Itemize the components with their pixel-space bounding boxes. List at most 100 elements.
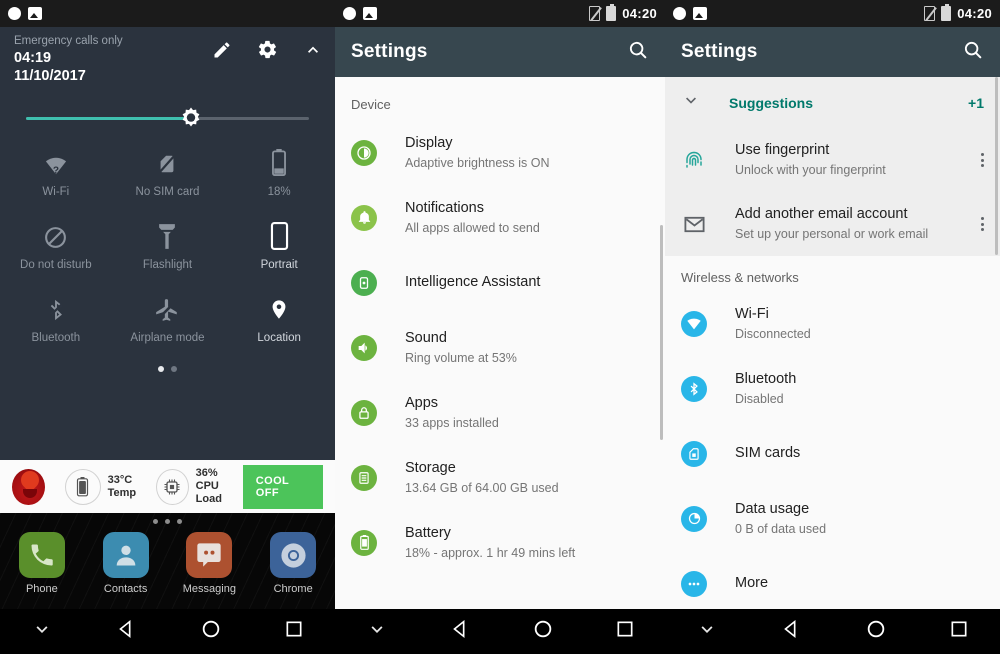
brightness-thumb-icon[interactable] [179, 106, 203, 135]
tile-portrait[interactable]: Portrait [223, 220, 335, 271]
suggestions-title: Suggestions [729, 94, 814, 111]
overflow-menu-icon[interactable] [981, 217, 984, 231]
home-icon[interactable] [532, 618, 554, 645]
row-title: More [735, 575, 769, 591]
gear-icon[interactable] [257, 39, 278, 60]
tile-wifi[interactable]: ? Wi-Fi [0, 147, 112, 198]
tile-label: Bluetooth [31, 332, 81, 344]
row-text: SIM cards [735, 444, 800, 463]
home-page-dot[interactable] [177, 519, 182, 524]
search-icon[interactable] [627, 39, 649, 66]
settings-row-display[interactable]: Display Adaptive brightness is ON [335, 120, 665, 185]
settings-row-notifications[interactable]: Notifications All apps allowed to send [335, 185, 665, 250]
scrollbar-thumb[interactable] [995, 77, 998, 255]
tile-do-not-disturb[interactable]: Do not disturb [0, 220, 112, 271]
gmail-icon [681, 211, 707, 237]
settings-list[interactable]: Device Display Adaptive brightness is ON… [335, 77, 665, 609]
tile-label: 18% [267, 186, 291, 198]
page-dot[interactable] [158, 366, 164, 372]
tile-flashlight[interactable]: Flashlight [112, 220, 224, 271]
battery-icon [606, 4, 617, 21]
battery-icon [941, 4, 952, 21]
settings-row-more[interactable]: More [665, 551, 1000, 609]
settings-row-sim-cards[interactable]: SIM cards [665, 421, 1000, 486]
settings-row-apps[interactable]: Apps 33 apps installed [335, 380, 665, 445]
navigation-bar [665, 609, 1000, 654]
quick-settings-tiles: ? Wi-Fi No SIM card 18% Do not disturb F… [0, 147, 335, 344]
overflow-menu-icon[interactable] [981, 153, 984, 167]
cpu-stat: 36% CPU Load [156, 467, 243, 506]
row-text: More [735, 574, 768, 593]
airplane-off-icon [154, 293, 180, 323]
brightness-fill [26, 117, 188, 120]
home-page-dot[interactable] [153, 519, 158, 524]
suggestions-count: +1 [968, 94, 984, 111]
settings-row-battery[interactable]: Battery 18% - approx. 1 hr 49 mins left [335, 510, 665, 575]
app-chrome[interactable]: Chrome [251, 532, 335, 595]
tile-battery[interactable]: 18% [223, 147, 335, 198]
navigation-bar [335, 609, 665, 654]
search-icon[interactable] [962, 39, 984, 66]
more-icon [681, 570, 707, 597]
circle-icon [673, 7, 686, 20]
app-phone[interactable]: Phone [0, 532, 84, 595]
settings-row-bluetooth[interactable]: Bluetooth Disabled [665, 356, 1000, 421]
row-subtitle: 0 B of data used [735, 521, 827, 536]
cpu-ring-icon [156, 468, 189, 505]
settings-row-intelligence-assistant[interactable]: Intelligence Assistant [335, 250, 665, 315]
screen-rotation-icon [270, 220, 289, 250]
recents-icon[interactable] [949, 619, 969, 644]
app-contacts[interactable]: Contacts [84, 532, 168, 595]
row-subtitle: 13.64 GB of 64.00 GB used [405, 480, 559, 495]
page-dot[interactable] [171, 366, 177, 372]
collapse-icon[interactable] [31, 618, 53, 645]
app-dock: Phone Contacts Messaging Chrome [0, 532, 335, 595]
no-sim-icon [924, 6, 936, 21]
bluetooth-disabled-icon [45, 293, 67, 323]
back-icon[interactable] [115, 618, 137, 645]
row-text: Battery 18% - approx. 1 hr 49 mins left [405, 524, 575, 562]
row-subtitle: 18% - approx. 1 hr 49 mins left [405, 545, 576, 560]
edit-icon[interactable] [212, 40, 232, 60]
tile-location[interactable]: Location [223, 293, 335, 344]
row-subtitle: Disconnected [735, 326, 811, 341]
settings-row-sound[interactable]: Sound Ring volume at 53% [335, 315, 665, 380]
tile-no-sim-card[interactable]: No SIM card [112, 147, 224, 198]
cool-off-button[interactable]: COOL OFF [242, 464, 323, 509]
row-title: Wi-Fi [735, 305, 769, 322]
app-label: Messaging [182, 583, 236, 595]
tile-label: Portrait [260, 259, 298, 271]
tile-airplane-mode[interactable]: Airplane mode [112, 293, 224, 344]
suggestion-row-use-fingerprint[interactable]: Use fingerprint Unlock with your fingerp… [665, 128, 1000, 192]
settings-row-data-usage[interactable]: Data usage 0 B of data used [665, 486, 1000, 551]
brightness-slider[interactable] [26, 107, 309, 129]
settings-row-wifi[interactable]: Wi-Fi Disconnected [665, 291, 1000, 356]
notifications-icon [351, 204, 377, 231]
suggestion-row-add-email-account[interactable]: Add another email account Set up your pe… [665, 192, 1000, 256]
collapse-icon[interactable] [366, 618, 388, 645]
fingerprint-icon [681, 147, 707, 173]
home-icon[interactable] [200, 618, 222, 645]
home-page-dot[interactable] [165, 519, 170, 524]
scrollbar-thumb[interactable] [660, 225, 663, 440]
do-not-disturb-icon [43, 220, 68, 250]
app-messaging[interactable]: Messaging [168, 532, 252, 595]
booster-widget[interactable]: 33°C Temp 36% CPU Load COOL OFF [0, 460, 335, 513]
settings-row-storage[interactable]: Storage 13.64 GB of 64.00 GB used [335, 445, 665, 510]
home-icon[interactable] [865, 618, 887, 645]
suggestions-header[interactable]: Suggestions +1 [665, 77, 1000, 128]
collapse-icon[interactable] [303, 40, 323, 60]
tile-bluetooth[interactable]: Bluetooth [0, 293, 112, 344]
collapse-icon[interactable] [696, 618, 718, 645]
battery-icon [270, 147, 288, 177]
settings-list[interactable]: Suggestions +1 Use fingerprint Unlock wi… [665, 77, 1000, 609]
status-bar-left [8, 7, 42, 20]
row-text: Storage 13.64 GB of 64.00 GB used [405, 459, 559, 497]
recents-icon[interactable] [284, 619, 304, 644]
chevron-down-icon[interactable] [681, 90, 701, 115]
back-icon[interactable] [449, 618, 471, 645]
back-icon[interactable] [780, 618, 802, 645]
app-label: Chrome [273, 583, 313, 595]
recents-icon[interactable] [615, 619, 635, 644]
row-title: Add another email account [735, 206, 908, 222]
